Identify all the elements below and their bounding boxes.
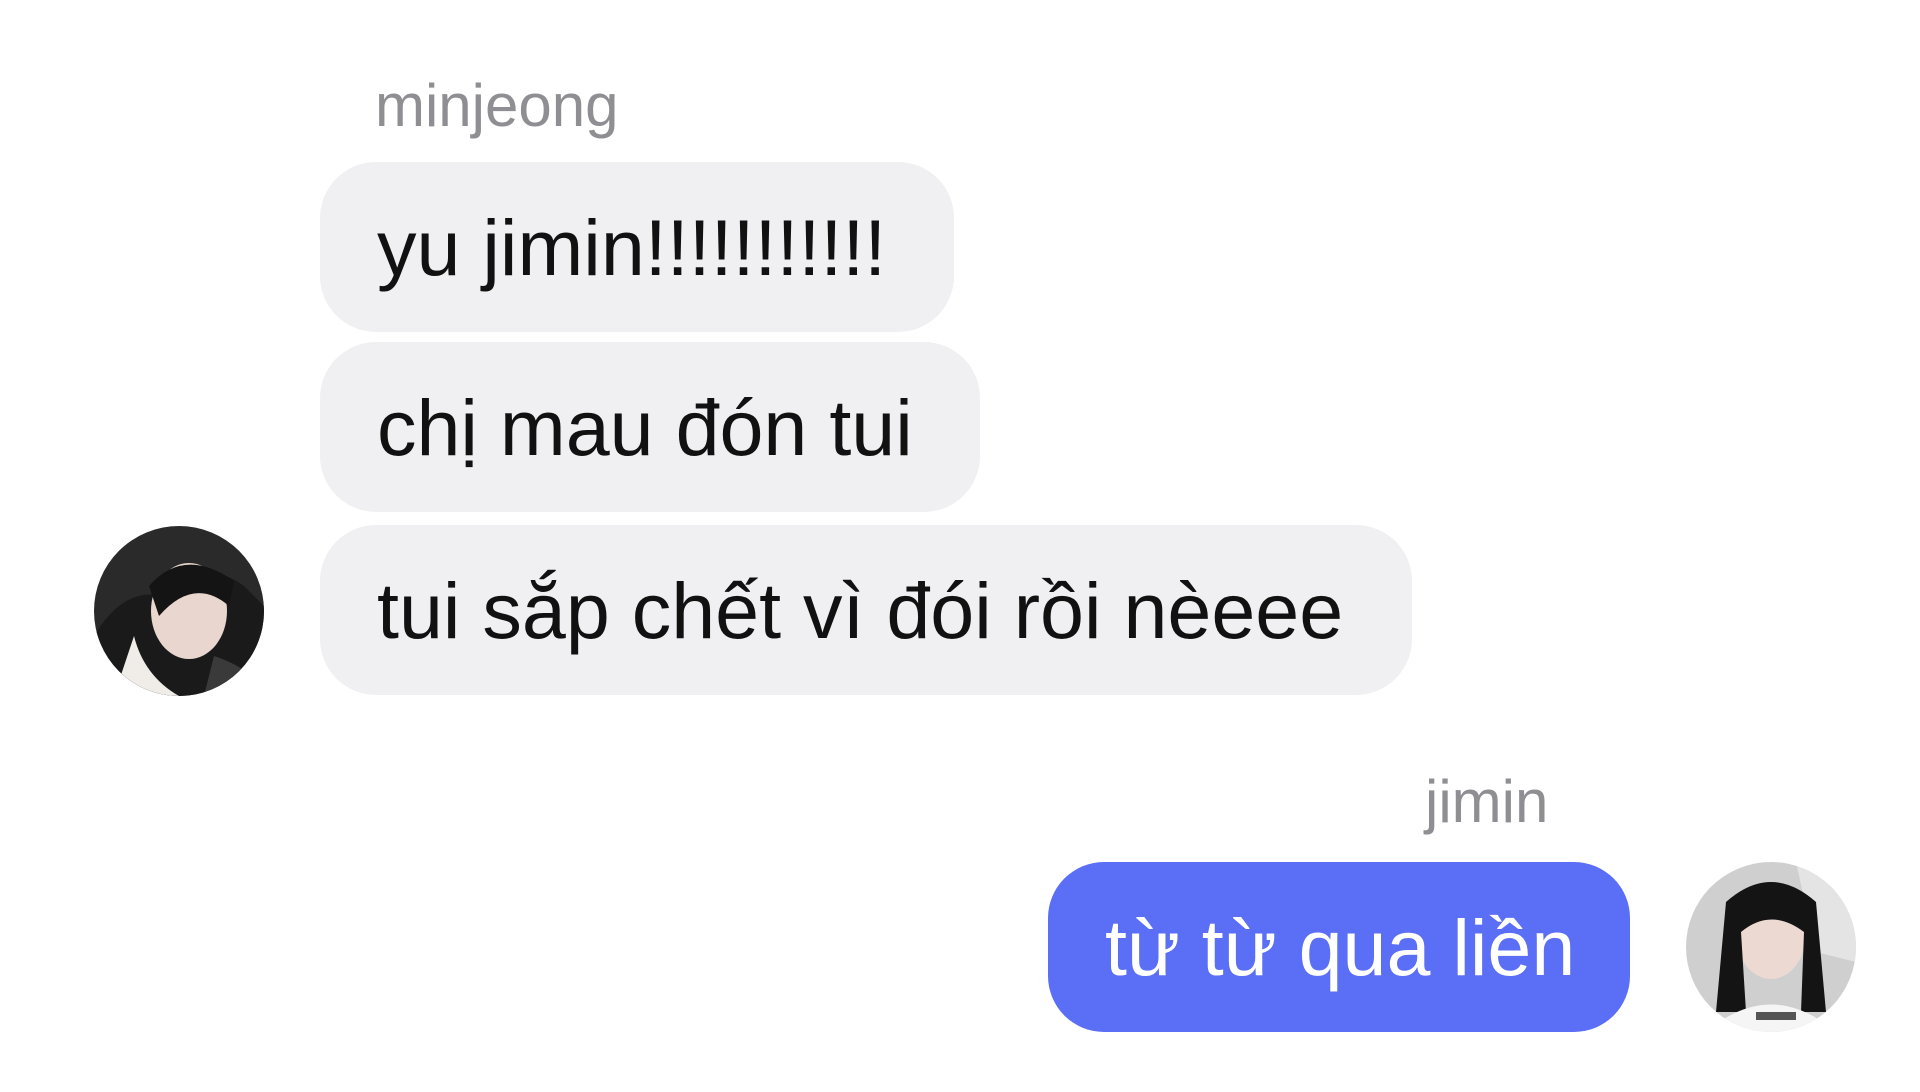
message-text: chị mau đón tui [377,382,913,472]
avatar-photo-icon [1686,862,1856,1032]
avatar-photo-icon [94,526,264,696]
incoming-message-bubble[interactable]: tui sắp chết vì đói rồi nèeee [320,525,1412,695]
outgoing-avatar[interactable] [1686,862,1856,1032]
incoming-sender-name: minjeong [375,72,619,139]
message-text: tui sắp chết vì đói rồi nèeee [377,565,1344,655]
incoming-avatar[interactable] [94,526,264,696]
incoming-message-bubble[interactable]: yu jimin!!!!!!!!!!! [320,162,954,332]
outgoing-message-bubble[interactable]: từ từ qua liền [1048,862,1630,1032]
outgoing-sender-name: jimin [1425,768,1549,835]
message-text: yu jimin!!!!!!!!!!! [377,202,887,292]
message-text: từ từ qua liền [1105,902,1576,992]
incoming-message-bubble[interactable]: chị mau đón tui [320,342,980,512]
